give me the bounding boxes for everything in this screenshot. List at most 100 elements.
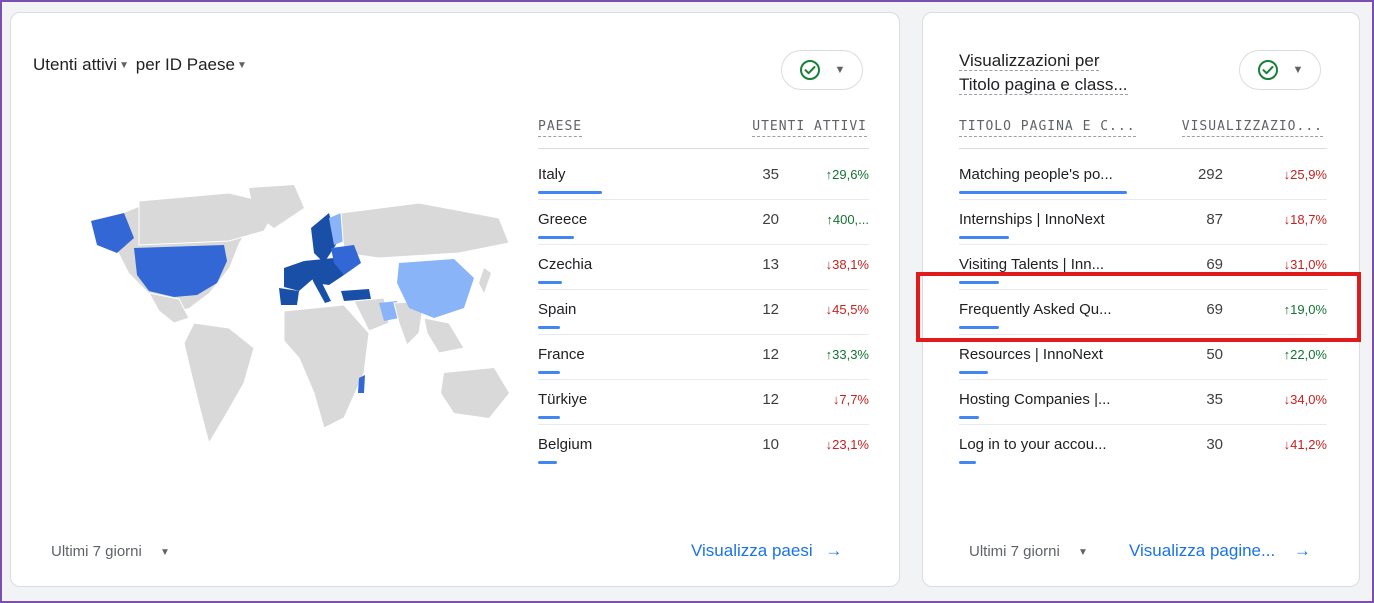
map-region-spain xyxy=(279,288,299,305)
date-range-selector[interactable]: Ultimi 7 giorni ▼ xyxy=(969,543,1090,560)
map-region-australia xyxy=(441,368,509,418)
map-region-usa xyxy=(134,245,227,297)
header-divider xyxy=(538,148,869,149)
caret-down-icon: ▼ xyxy=(236,60,247,72)
compare-toggle-button[interactable]: ▼ xyxy=(781,50,863,90)
row-share-bar xyxy=(538,461,557,464)
row-divider xyxy=(538,334,869,335)
row-divider xyxy=(538,424,869,425)
column-header-country[interactable]: PAESE xyxy=(538,119,583,137)
map-region-russia xyxy=(340,202,510,259)
table-row[interactable]: Greece 20 ↑400,... xyxy=(538,206,869,252)
row-change: ↑29,6% xyxy=(826,167,869,182)
row-share-bar xyxy=(959,461,976,464)
row-share-bar xyxy=(959,416,979,419)
table-row[interactable]: Hosting Companies |... 35 ↓34,0% xyxy=(959,386,1327,432)
row-label: Spain xyxy=(538,301,577,318)
row-value: 10 xyxy=(762,436,779,453)
check-circle-icon xyxy=(799,60,820,80)
arrow-right-icon: → xyxy=(825,541,843,560)
row-change: ↓23,1% xyxy=(826,437,869,452)
row-divider xyxy=(959,379,1327,380)
row-value: 50 xyxy=(1206,346,1223,363)
row-value: 30 xyxy=(1206,436,1223,453)
change-percent: 400,... xyxy=(832,212,869,227)
table-row[interactable]: Türkiye 12 ↓7,7% xyxy=(538,386,869,432)
row-share-bar xyxy=(538,326,560,329)
change-percent: 25,9% xyxy=(1290,167,1327,182)
row-divider xyxy=(959,199,1327,200)
change-percent: 31,0% xyxy=(1290,257,1327,272)
arrow-right-icon: → xyxy=(1293,541,1311,560)
header-divider xyxy=(959,148,1327,149)
dimension-selector[interactable]: per ID Paese ▼ xyxy=(136,55,249,74)
map-region-italy xyxy=(314,283,331,303)
row-share-bar xyxy=(538,281,562,284)
row-value: 12 xyxy=(762,391,779,408)
row-change: ↑400,... xyxy=(826,212,869,227)
compare-toggle-button[interactable]: ▼ xyxy=(1239,50,1321,90)
row-label: Log in to your accou... xyxy=(959,436,1107,453)
table-row[interactable]: Resources | InnoNext 50 ↑22,0% xyxy=(959,341,1327,387)
row-share-bar xyxy=(538,416,560,419)
map-region-southeast-asia xyxy=(423,317,465,354)
table-row[interactable]: Spain 12 ↓45,5% xyxy=(538,296,869,342)
change-percent: 38,1% xyxy=(832,257,869,272)
row-label: Internships | InnoNext xyxy=(959,211,1105,228)
row-share-bar xyxy=(959,191,1127,194)
row-value: 35 xyxy=(1206,391,1223,408)
change-percent: 41,2% xyxy=(1290,437,1327,452)
row-label: Resources | InnoNext xyxy=(959,346,1103,363)
world-map xyxy=(91,185,510,445)
table-row[interactable]: Log in to your accou... 30 ↓41,2% xyxy=(959,431,1327,477)
row-share-bar xyxy=(959,236,1009,239)
row-label: Türkiye xyxy=(538,391,588,408)
metric-selector[interactable]: Utenti attivi ▼ xyxy=(33,55,131,74)
table-row[interactable]: Italy 35 ↑29,6% xyxy=(538,161,869,207)
row-change: ↓38,1% xyxy=(826,257,869,272)
card-title[interactable]: Visualizzazioni per Titolo pagina e clas… xyxy=(959,49,1128,97)
view-countries-link[interactable]: Visualizza paesi → xyxy=(691,541,842,561)
dashboard-frame: Utenti attivi ▼ per ID Paese ▼ ▼ PAESE U… xyxy=(0,0,1374,603)
caret-down-icon: ▼ xyxy=(119,60,129,72)
row-divider xyxy=(538,244,869,245)
row-change: ↑33,3% xyxy=(826,347,869,362)
row-value: 20 xyxy=(762,211,779,228)
map-region-turkey xyxy=(341,289,371,301)
map-region-south-america xyxy=(183,322,255,445)
change-percent: 34,0% xyxy=(1290,392,1327,407)
check-circle-icon xyxy=(1257,60,1278,80)
table-row[interactable]: France 12 ↑33,3% xyxy=(538,341,869,387)
table-row[interactable]: Belgium 10 ↓23,1% xyxy=(538,431,869,477)
row-change: ↓7,7% xyxy=(833,392,869,407)
row-divider xyxy=(959,424,1327,425)
column-header-active-users[interactable]: UTENTI ATTIVI xyxy=(752,119,867,137)
column-header-views[interactable]: VISUALIZZAZIO... xyxy=(1181,119,1323,137)
row-change: ↑22,0% xyxy=(1284,347,1327,362)
table-row[interactable]: Internships | InnoNext 87 ↓18,7% xyxy=(959,206,1327,252)
countries-card: Utenti attivi ▼ per ID Paese ▼ ▼ PAESE U… xyxy=(10,12,900,587)
row-value: 87 xyxy=(1206,211,1223,228)
row-value: 35 xyxy=(762,166,779,183)
row-label: France xyxy=(538,346,585,363)
row-change: ↓34,0% xyxy=(1284,392,1327,407)
row-share-bar xyxy=(538,236,574,239)
row-divider xyxy=(959,244,1327,245)
date-range-selector[interactable]: Ultimi 7 giorni ▼ xyxy=(51,543,172,560)
caret-down-icon: ▼ xyxy=(1292,64,1304,76)
table-row[interactable]: Czechia 13 ↓38,1% xyxy=(538,251,869,297)
row-label: Visiting Talents | Inn... xyxy=(959,256,1105,273)
row-change: ↓41,2% xyxy=(1284,437,1327,452)
change-percent: 18,7% xyxy=(1290,212,1327,227)
change-percent: 29,6% xyxy=(832,167,869,182)
column-header-page-title[interactable]: TITOLO PAGINA E C... xyxy=(959,119,1136,137)
caret-down-icon: ▼ xyxy=(834,64,846,76)
change-percent: 7,7% xyxy=(839,392,869,407)
table-row[interactable]: Matching people's po... 292 ↓25,9% xyxy=(959,161,1327,207)
row-value: 13 xyxy=(762,256,779,273)
card-title: Utenti attivi ▼ per ID Paese ▼ xyxy=(33,55,249,75)
row-label: Italy xyxy=(538,166,566,183)
row-label: Matching people's po... xyxy=(959,166,1113,183)
row-label: Czechia xyxy=(538,256,593,273)
view-pages-link[interactable]: Visualizza pagine... → xyxy=(1129,541,1311,561)
